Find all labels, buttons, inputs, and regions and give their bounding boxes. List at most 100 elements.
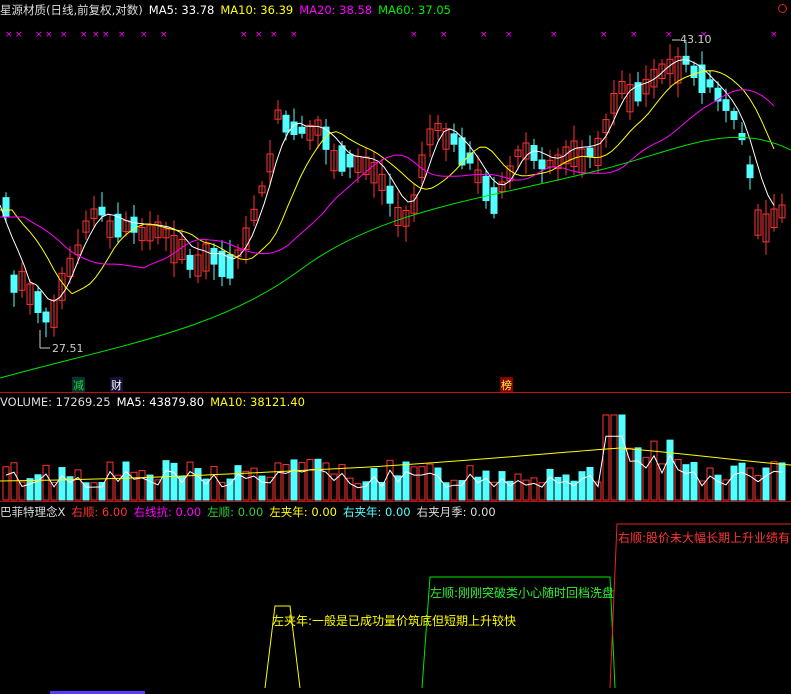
volume-bar <box>26 478 34 501</box>
volume-bar <box>418 466 426 501</box>
price-chart-panel[interactable]: × × × × × × × × × × × × × × × × × × × × × × × × × 星源材质(日线,前复权,对数… <box>0 0 791 393</box>
volume-bar <box>458 480 466 501</box>
candle-body <box>10 274 18 293</box>
volume-bar <box>218 481 226 501</box>
volume-bar <box>762 467 770 501</box>
volume-bar <box>74 469 82 501</box>
volume-bar <box>666 439 674 501</box>
volume-bar <box>514 473 522 501</box>
volume-bar <box>362 481 370 501</box>
volume-bar <box>434 467 442 501</box>
candlestick-chart[interactable]: × × × × × × × × × × × × × × × × × × × × × × × × × <box>0 0 791 392</box>
cross-marker-icon: × <box>80 30 88 40</box>
volume-bar <box>538 482 546 501</box>
candle-body <box>538 159 546 170</box>
cross-marker-icon: × <box>240 30 248 40</box>
candle-body <box>386 185 394 204</box>
cross-marker-icon: × <box>410 30 418 40</box>
volume-bar <box>282 464 290 501</box>
ma60-value: MA60: 37.05 <box>378 3 451 17</box>
volume-bar <box>274 462 282 501</box>
volume-bar <box>298 462 306 501</box>
ma10-value: MA10: 36.39 <box>220 3 294 17</box>
volume-bar <box>586 466 594 501</box>
cross-marker-icon: × <box>15 30 23 40</box>
volume-bar <box>82 482 90 501</box>
volume-bar <box>378 481 386 501</box>
candle-body <box>706 79 714 88</box>
volume-panel[interactable]: VOLUME: 17269.25 MA5: 43879.80 MA10: 38121… <box>0 393 791 501</box>
zuoshun-value: 左顺: 0.00 <box>207 505 264 519</box>
cross-marker-icon: × <box>92 30 100 40</box>
event-tag-jian[interactable]: 减 <box>72 377 85 393</box>
volume-bar <box>290 459 298 501</box>
candle-body <box>490 187 498 214</box>
volume-bar <box>122 461 130 501</box>
zuojianian-value: 左夹年: 0.00 <box>269 505 337 519</box>
low-price-label: 27.51 <box>52 342 84 355</box>
right-smooth-step-line <box>609 523 791 689</box>
volume-bar <box>450 479 458 501</box>
volume-bar <box>18 481 26 501</box>
volume-bar <box>578 471 586 501</box>
cross-marker-icon: × <box>140 30 148 40</box>
volume-bar <box>426 463 434 501</box>
volume-bar <box>186 461 194 501</box>
ma10-line <box>0 70 775 295</box>
volume-bar <box>410 466 418 501</box>
volume-bar <box>602 414 610 501</box>
ma60-line <box>0 136 791 379</box>
event-tag-bang[interactable]: 榜 <box>500 377 513 393</box>
volume-bar <box>482 470 490 501</box>
cross-marker-icon: × <box>35 30 43 40</box>
volume-bar <box>690 461 698 501</box>
indicator-name: 巴菲特理念X <box>0 505 66 519</box>
volume-bar <box>642 456 650 501</box>
cross-marker-icon: × <box>270 30 278 40</box>
volume-bar <box>706 467 714 501</box>
volume-bar <box>738 462 746 501</box>
volume-bar <box>498 471 506 501</box>
ma5-line <box>0 58 775 302</box>
youjiayueji-value: 右夹月季: 0.00 <box>416 505 496 519</box>
candle-body <box>34 291 42 313</box>
cross-marker-icon: × <box>102 30 110 40</box>
volume-bar <box>522 479 530 501</box>
youjianian-value: 右夹年: 0.00 <box>342 505 411 519</box>
event-tag-cai[interactable]: 财 <box>110 377 123 393</box>
candle-body <box>530 145 538 161</box>
volume-bar <box>730 465 738 501</box>
cross-marker-icon: × <box>505 30 513 40</box>
volume-bar <box>170 462 178 501</box>
cross-marker-icon: × <box>480 30 488 40</box>
volume-bar <box>154 479 162 501</box>
volume-bar <box>746 467 754 501</box>
left-smooth-label: 左顺:刚刚突破类小心随时回档洗盘 <box>430 586 615 600</box>
ma20-line <box>0 89 775 269</box>
candle-body <box>42 311 50 323</box>
price-header: 星源材质(日线,前复权,对数) MA5: 33.78 MA10: 36.39 MA20… <box>0 2 457 18</box>
panel-corner-icon[interactable] <box>778 4 787 13</box>
volume-bar <box>650 440 658 501</box>
candle-body <box>210 247 218 265</box>
volume-bar <box>234 465 242 501</box>
cross-marker-icon: × <box>550 30 558 40</box>
candle-body <box>730 110 738 120</box>
volume-bar <box>98 481 106 501</box>
volume-ma10: MA10: 38121.40 <box>210 395 305 409</box>
candle-body <box>690 65 698 78</box>
volume-bars[interactable] <box>0 393 791 501</box>
indicator-panel[interactable]: 巴菲特理念X 右顺: 6.00 右线抗: 0.00 左顺: 0.00 左夹年: 0.00… <box>0 502 791 694</box>
volume-bar <box>106 461 114 501</box>
volume-bar <box>58 467 66 501</box>
volume-bar <box>34 474 42 501</box>
youxiankang-value: 右线抗: 0.00 <box>133 505 202 519</box>
candle-body <box>722 99 730 111</box>
candle-body <box>746 164 754 179</box>
indicator-header: 巴菲特理念X 右顺: 6.00 右线抗: 0.00 左顺: 0.00 左夹年: 0.00… <box>0 504 502 520</box>
volume-bar <box>2 466 10 501</box>
candle-body <box>338 145 346 172</box>
high-price-label: 43.10 <box>680 33 712 46</box>
volume-bar <box>778 462 786 501</box>
volume-header: VOLUME: 17269.25 MA5: 43879.80 MA10: 38121… <box>0 395 311 409</box>
